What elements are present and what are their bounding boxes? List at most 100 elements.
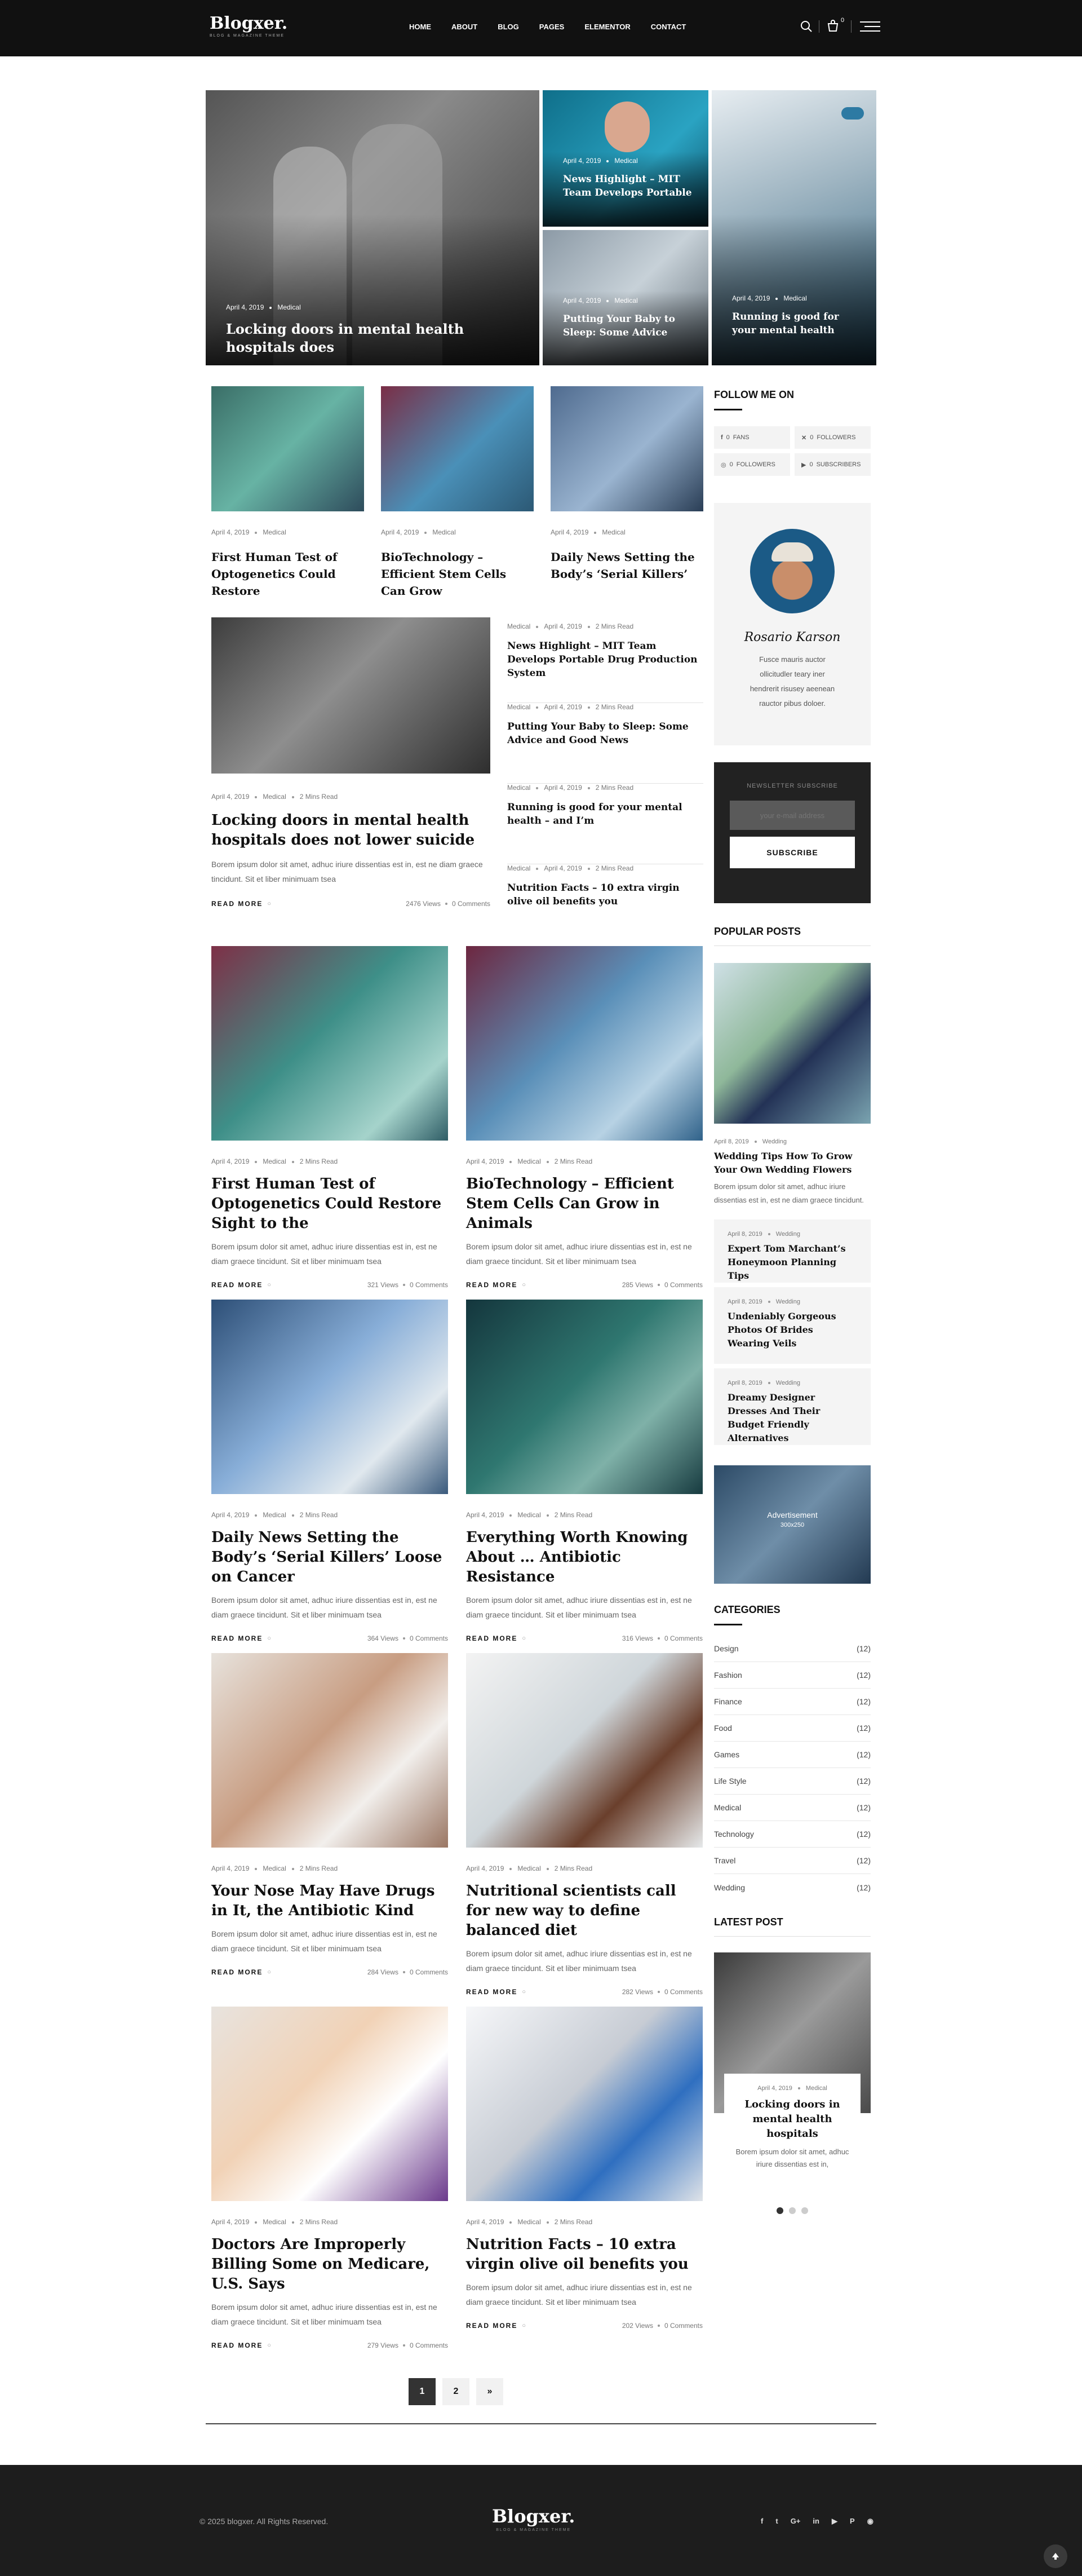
category-item[interactable]: Fashion (12) <box>714 1662 871 1689</box>
slider-dot[interactable] <box>801 2207 808 2214</box>
post-title[interactable]: Nutrition Facts – 10 extra virgin olive … <box>507 881 703 908</box>
list-item[interactable]: Medical April 4, 2019 2 Mins Read Putting … <box>507 703 703 784</box>
post-category[interactable]: Medical <box>432 528 455 536</box>
post-title[interactable]: Undeniably Gorgeous Photos Of Brides Wea… <box>728 1310 857 1350</box>
search-icon[interactable] <box>800 20 813 33</box>
category-item[interactable]: Food (12) <box>714 1715 871 1742</box>
post-title[interactable]: Nutritional scientists call for new way … <box>466 1881 703 1941</box>
post-card[interactable]: April 4, 2019 Medical 2 Mins Read Your Nos… <box>211 1653 448 1976</box>
post-comments[interactable]: 0 Comments <box>410 1281 448 1289</box>
post-card[interactable]: April 4, 2019 Medical 2 Mins Read BioTechn… <box>466 946 703 1289</box>
category-item[interactable]: Wedding (12) <box>714 1874 871 1901</box>
post-category[interactable]: Medical <box>602 528 625 536</box>
latest-post-card[interactable]: April 4, 2019 Medical Locking doors in me… <box>724 2074 861 2182</box>
post-comments[interactable]: 0 Comments <box>410 2341 448 2349</box>
post-category[interactable]: Wedding <box>776 1380 800 1386</box>
category-item[interactable]: Design (12) <box>714 1636 871 1662</box>
post-comments[interactable]: 0 Comments <box>664 1634 703 1642</box>
post-title[interactable]: News Highlight – MIT Team Develops Porta… <box>507 639 703 680</box>
back-to-top-button[interactable] <box>1044 2544 1067 2568</box>
post-card[interactable]: April 4, 2019 Medical 2 Mins Read Everythi… <box>466 1300 703 1642</box>
post-category[interactable]: Medical <box>517 1157 540 1165</box>
read-more-link[interactable]: READ MORE <box>211 1634 263 1642</box>
post-category[interactable]: Medical <box>263 1157 286 1165</box>
category-item[interactable]: Technology (12) <box>714 1821 871 1848</box>
social-followers-instagram[interactable]: ◎ 0 FOLLOWERS <box>714 453 790 476</box>
hero-card-main[interactable]: April 4, 2019 Medical Locking doors in me… <box>206 90 539 365</box>
category-item[interactable]: Travel (12) <box>714 1848 871 1874</box>
post-category[interactable]: Medical <box>517 1511 540 1519</box>
post-title[interactable]: First Human Test of Optogenetics Could R… <box>211 549 364 599</box>
post-title[interactable]: Daily News Setting the Body’s ‘Serial Ki… <box>211 1528 448 1587</box>
post-card[interactable]: April 4, 2019 Medical 2 Mins Read Daily Ne… <box>211 1300 448 1642</box>
hero-category[interactable]: Medical <box>614 297 637 304</box>
post-thumbnail[interactable] <box>211 386 364 511</box>
post-category[interactable]: Medical <box>507 784 530 792</box>
post-thumbnail[interactable] <box>466 1653 703 1848</box>
post-title[interactable]: BioTechnology – Efficient Stem Cells Can… <box>466 1174 703 1234</box>
hero-title[interactable]: Running is good for your mental health <box>732 310 862 337</box>
read-more-link[interactable]: READ MORE <box>211 2341 263 2349</box>
facebook-icon[interactable]: f <box>761 2517 763 2526</box>
social-fans[interactable]: f 0 FANS <box>714 426 790 449</box>
nav-home[interactable]: HOME <box>409 23 431 31</box>
cart-icon[interactable] <box>826 19 840 33</box>
read-more-link[interactable]: READ MORE <box>466 1634 517 1642</box>
post-category[interactable]: Medical <box>263 1864 286 1872</box>
post-category[interactable]: Medical <box>263 2218 286 2226</box>
read-more-link[interactable]: READ MORE <box>211 1968 263 1976</box>
post-title[interactable]: First Human Test of Optogenetics Could R… <box>211 1174 448 1234</box>
post-comments[interactable]: 0 Comments <box>410 1968 448 1976</box>
page-2[interactable]: 2 <box>442 2378 469 2405</box>
post-title[interactable]: Your Nose May Have Drugs in It, the Anti… <box>211 1881 448 1921</box>
menu-icon[interactable] <box>860 21 880 32</box>
post-title[interactable]: Putting Your Baby to Sleep: Some Advice … <box>507 720 703 747</box>
linkedin-icon[interactable]: in <box>813 2517 819 2526</box>
hero-title[interactable]: News Highlight – MIT Team Develops Porta… <box>563 173 693 200</box>
nav-blog[interactable]: BLOG <box>498 23 519 31</box>
post-thumbnail[interactable] <box>211 1300 448 1494</box>
subscribe-button[interactable]: SUBSCRIBE <box>730 837 855 868</box>
pinterest-icon[interactable]: P <box>850 2517 855 2526</box>
page-next[interactable]: » <box>476 2378 503 2405</box>
post-category[interactable]: Medical <box>507 703 530 711</box>
category-item[interactable]: Life Style (12) <box>714 1768 871 1795</box>
read-more-link[interactable]: READ MORE <box>466 2322 517 2330</box>
rss-icon[interactable]: ◉ <box>867 2517 873 2526</box>
post-category[interactable]: Medical <box>263 1511 286 1519</box>
post-thumbnail[interactable] <box>466 946 703 1141</box>
post-thumbnail[interactable] <box>714 963 871 1124</box>
post-card[interactable]: April 4, 2019 Medical First Human Test of… <box>211 386 364 599</box>
list-item[interactable]: April 8, 2019 Wedding Expert Tom Marchant… <box>714 1219 871 1283</box>
twitter-icon[interactable]: t <box>775 2517 778 2526</box>
post-comments[interactable]: 0 Comments <box>664 1281 703 1289</box>
list-item[interactable]: Medical April 4, 2019 2 Mins Read News Hig… <box>507 622 703 703</box>
post-thumbnail[interactable] <box>211 617 490 774</box>
post-title[interactable]: BioTechnology – Efficient Stem Cells Can… <box>381 549 534 599</box>
post-title[interactable]: Daily News Setting the Body’s ‘Serial Ki… <box>551 549 703 582</box>
post-category[interactable]: Wedding <box>776 1298 800 1305</box>
post-thumbnail[interactable] <box>381 386 534 511</box>
hero-category[interactable]: Medical <box>277 303 300 311</box>
post-title[interactable]: Locking doors in mental health hospitals <box>733 2097 852 2141</box>
read-more-link[interactable]: READ MORE <box>211 1281 263 1289</box>
newsletter-email-input[interactable] <box>730 801 855 830</box>
post-category[interactable]: Medical <box>263 528 286 536</box>
popular-post-main[interactable]: April 8, 2019 Wedding Wedding Tips How To… <box>714 963 871 1207</box>
read-more-link[interactable]: READ MORE <box>466 1281 517 1289</box>
post-comments[interactable]: 0 Comments <box>452 900 490 908</box>
post-card[interactable]: April 4, 2019 Medical 2 Mins Read First Hu… <box>211 946 448 1289</box>
advertisement[interactable]: Advertisement 300x250 <box>714 1465 871 1584</box>
post-thumbnail[interactable] <box>211 946 448 1141</box>
post-card[interactable]: April 4, 2019 Medical 2 Mins Read Nutritio… <box>466 2007 703 2330</box>
hero-title[interactable]: Locking doors in mental health hospitals… <box>226 320 525 356</box>
post-comments[interactable]: 0 Comments <box>410 1634 448 1642</box>
post-category[interactable]: Medical <box>507 864 530 872</box>
post-card[interactable]: April 4, 2019 Medical 2 Mins Read Nutritio… <box>466 1653 703 1996</box>
post-thumbnail[interactable] <box>211 1653 448 1848</box>
post-category[interactable]: Wedding <box>762 1138 787 1145</box>
site-logo[interactable]: Blogxer. BLOG & MAGAZINE THEME <box>210 15 287 38</box>
post-category[interactable]: Medical <box>507 622 530 630</box>
footer-logo[interactable]: Blogxer. BLOG & MAGAZINE THEME <box>492 2506 575 2532</box>
hero-category[interactable]: Medical <box>783 294 806 302</box>
